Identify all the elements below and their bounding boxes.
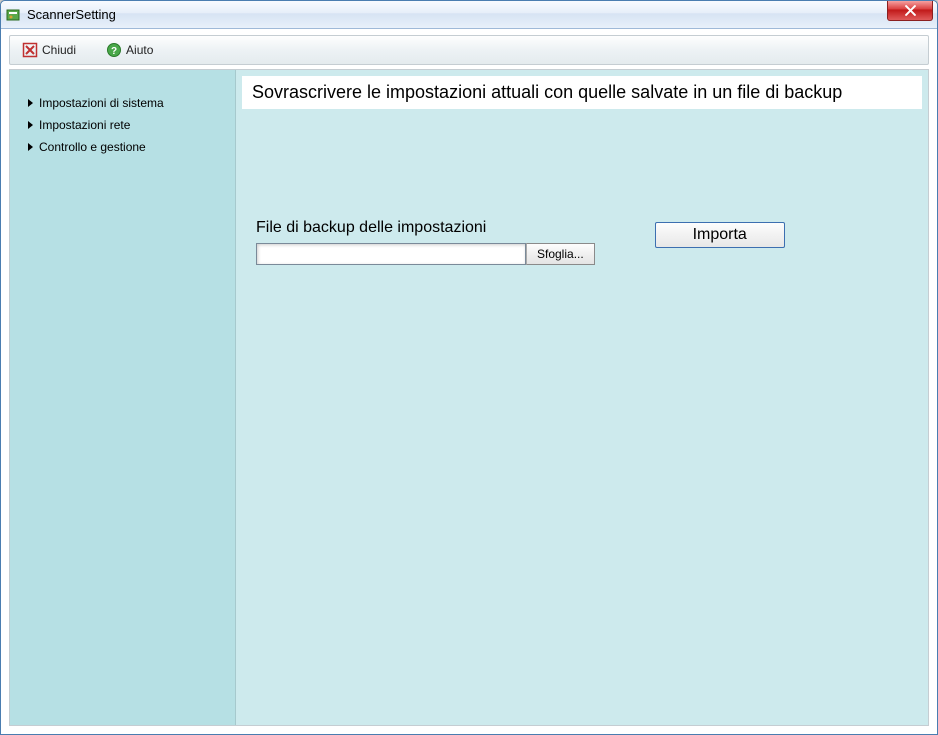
backup-file-label: File di backup delle impostazioni — [256, 219, 595, 237]
sidebar-item-system-settings[interactable]: Impostazioni di sistema — [28, 94, 227, 112]
sidebar-item-control-management[interactable]: Controllo e gestione — [28, 138, 227, 156]
chevron-right-icon — [28, 143, 33, 151]
import-button[interactable]: Importa — [655, 222, 785, 248]
svg-text:?: ? — [111, 46, 117, 57]
close-button-label: Chiudi — [42, 43, 76, 57]
window-close-button[interactable] — [887, 1, 933, 21]
backup-file-field-group: File di backup delle impostazioni Sfogli… — [256, 219, 595, 265]
sidebar-item-label: Controllo e gestione — [39, 140, 146, 154]
chevron-right-icon — [28, 99, 33, 107]
window-buttons — [887, 1, 933, 21]
browse-button[interactable]: Sfoglia... — [526, 243, 595, 265]
form-area: File di backup delle impostazioni Sfogli… — [236, 109, 928, 265]
help-button[interactable]: ? Aiuto — [100, 40, 159, 60]
sidebar-item-label: Impostazioni di sistema — [39, 96, 164, 110]
backup-file-input[interactable] — [256, 243, 526, 265]
app-icon — [5, 7, 21, 23]
close-button[interactable]: Chiudi — [16, 40, 82, 60]
body: Impostazioni di sistema Impostazioni ret… — [9, 69, 929, 726]
toolbar: Chiudi ? Aiuto — [9, 35, 929, 65]
sidebar: Impostazioni di sistema Impostazioni ret… — [10, 70, 235, 725]
window-title: ScannerSetting — [27, 7, 116, 22]
sidebar-item-network-settings[interactable]: Impostazioni rete — [28, 116, 227, 134]
sidebar-item-label: Impostazioni rete — [39, 118, 130, 132]
chevron-right-icon — [28, 121, 33, 129]
file-row: Sfoglia... — [256, 243, 595, 265]
app-window: ScannerSetting Chiudi ? Aiuto Impostazio… — [0, 0, 938, 735]
help-icon: ? — [106, 42, 122, 58]
page-title: Sovrascrivere le impostazioni attuali co… — [242, 76, 922, 109]
help-button-label: Aiuto — [126, 43, 153, 57]
titlebar[interactable]: ScannerSetting — [1, 1, 937, 29]
close-icon — [22, 42, 38, 58]
main-panel: Sovrascrivere le impostazioni attuali co… — [235, 70, 928, 725]
